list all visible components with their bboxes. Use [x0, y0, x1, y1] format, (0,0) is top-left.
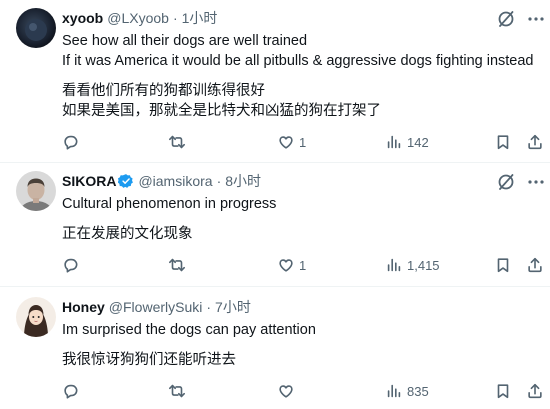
repost-button[interactable] [168, 381, 190, 401]
repost-icon [168, 135, 186, 149]
bookmark-button[interactable] [494, 255, 512, 275]
tweet-text: See how all their dogs are well trained … [62, 31, 538, 121]
tweet-text: Im surprised the dogs can pay attention … [62, 320, 538, 370]
more-dots-icon[interactable] [526, 9, 546, 29]
reply-bubble-icon [64, 384, 78, 399]
reply-tweet-honey[interactable]: Honey @FlowerlySuki · 7小时 Im surprised t… [0, 287, 550, 409]
avatar-honey[interactable] [16, 297, 56, 337]
views-button[interactable]: 1,415 [385, 255, 440, 275]
share-icon [528, 383, 542, 399]
tweet-line: 正在发展的文化现象 [62, 226, 193, 242]
views-count: 835 [407, 383, 429, 399]
tweet-header: SIKORA @iamsikora · 8小时 [62, 171, 538, 191]
timestamp[interactable]: 8小时 [225, 171, 261, 191]
repost-icon [168, 384, 186, 398]
reply-tweet-sikora[interactable]: SIKORA @iamsikora · 8小时 Cultural phenome… [0, 163, 550, 287]
bookmark-button[interactable] [494, 381, 512, 401]
views-bar-chart-icon [387, 384, 401, 398]
bookmark-icon [497, 258, 509, 273]
separator-dot: · [206, 299, 212, 315]
views-button[interactable]: 835 [385, 381, 429, 401]
views-count: 142 [407, 134, 429, 150]
tweet-line: Cultural phenomenon in progress [62, 196, 277, 212]
share-button[interactable] [526, 255, 544, 275]
heart-icon [279, 136, 293, 149]
bookmark-icon [497, 135, 509, 150]
tweet-line: If it was America it would be all pitbul… [62, 53, 534, 69]
user-handle[interactable]: @iamsikora [138, 171, 212, 191]
repost-icon [168, 258, 186, 272]
action-bar: 835 [62, 381, 542, 401]
display-name[interactable]: xyoob [62, 8, 103, 28]
views-bar-chart-icon [387, 135, 401, 149]
like-button[interactable]: 1 [277, 255, 306, 275]
share-icon [528, 257, 542, 273]
bookmark-button[interactable] [494, 132, 512, 152]
reply-button[interactable] [62, 381, 84, 401]
action-bar: 1 142 [62, 132, 542, 152]
reply-bubble-icon [64, 258, 78, 273]
views-bar-chart-icon [387, 258, 401, 272]
user-handle[interactable]: @FlowerlySuki [109, 297, 203, 317]
tweet-line: Im surprised the dogs can pay attention [62, 322, 316, 338]
views-count: 1,415 [407, 257, 440, 273]
reply-button[interactable] [62, 132, 84, 152]
verified-check-icon [118, 173, 134, 189]
share-button[interactable] [526, 381, 544, 401]
separator-dot: · [172, 10, 178, 26]
display-name[interactable]: Honey [62, 297, 105, 317]
reply-tweet-xyoob[interactable]: xyoob @LXyoob · 1小时 See how all their do… [0, 0, 550, 163]
timestamp[interactable]: 1小时 [182, 8, 218, 28]
display-name[interactable]: SIKORA [62, 171, 116, 191]
views-button[interactable]: 142 [385, 132, 429, 152]
tweet-line: 如果是美国，那就全是比特犬和凶猛的狗在打架了 [62, 103, 381, 119]
separator-dot: · [216, 173, 222, 189]
tweet-header: xyoob @LXyoob · 1小时 [62, 8, 538, 28]
like-button[interactable] [277, 381, 299, 401]
bookmark-icon [497, 384, 509, 399]
avatar-sikora[interactable] [16, 171, 56, 211]
tweet-text: Cultural phenomenon in progress 正在发展的文化现… [62, 194, 538, 244]
like-count: 1 [299, 257, 307, 273]
reply-bubble-icon [64, 135, 78, 150]
heart-icon [279, 385, 293, 398]
like-count: 1 [299, 134, 307, 150]
tweet-line: See how all their dogs are well trained [62, 33, 308, 49]
reply-button[interactable] [62, 255, 84, 275]
heart-icon [279, 259, 293, 272]
tweet-header: Honey @FlowerlySuki · 7小时 [62, 297, 538, 317]
like-button[interactable]: 1 [277, 132, 306, 152]
more-dots-icon[interactable] [526, 172, 546, 192]
tweet-line: 看看他们所有的狗都训练得很好 [62, 83, 265, 99]
user-handle[interactable]: @LXyoob [107, 8, 169, 28]
grok-icon[interactable] [496, 9, 516, 29]
repost-button[interactable] [168, 255, 190, 275]
share-icon [528, 134, 542, 150]
repost-button[interactable] [168, 132, 190, 152]
action-bar: 1 1,415 [62, 255, 542, 275]
avatar-xyoob[interactable] [16, 8, 56, 48]
timestamp[interactable]: 7小时 [215, 297, 251, 317]
grok-icon[interactable] [496, 172, 516, 192]
share-button[interactable] [526, 132, 544, 152]
tweet-line: 我很惊讶狗狗们还能听进去 [62, 352, 236, 368]
